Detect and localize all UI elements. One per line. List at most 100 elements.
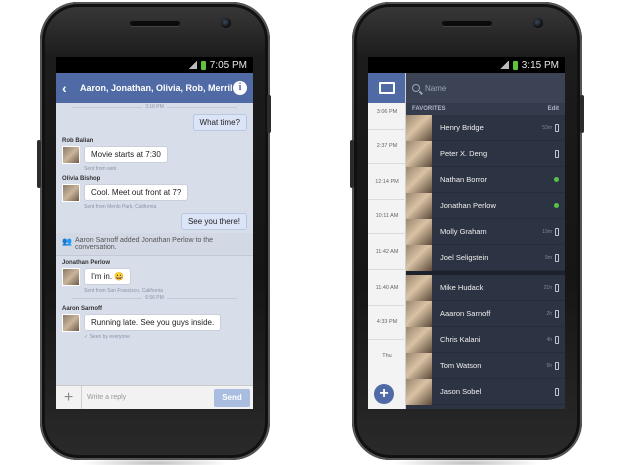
- avatar[interactable]: [62, 184, 80, 202]
- contact-row[interactable]: Tom Watson 5h: [406, 352, 565, 379]
- incoming-message: Aaron Sarnoff Running late. See you guys…: [62, 302, 247, 340]
- avatar[interactable]: [62, 146, 80, 164]
- strip-divider: [368, 163, 406, 164]
- strip-time: 11:40 AM: [375, 285, 399, 291]
- avatar: [406, 300, 432, 327]
- contact-row[interactable]: Joel Seligstein 9m: [406, 244, 565, 271]
- strip-divider: [368, 269, 406, 270]
- search-bar[interactable]: Name: [406, 73, 565, 103]
- last-active: 21h: [543, 284, 552, 291]
- back-arrow-icon[interactable]: ‹: [62, 80, 76, 96]
- conversation-title: Aaron, Jonathan, Olivia, Rob, Merrill: [80, 83, 233, 93]
- avatar: [406, 244, 432, 271]
- power-button: [350, 140, 354, 188]
- people-icon: 👥: [62, 237, 72, 246]
- message-bubble: Movie starts at 7:30: [84, 146, 168, 163]
- mobile-icon: [555, 387, 559, 396]
- last-active: 4h: [546, 336, 552, 343]
- contact-row[interactable]: Mike Hudack 21h: [406, 274, 565, 301]
- contact-name: Tom Watson: [440, 361, 482, 370]
- online-dot-icon: [554, 203, 559, 208]
- new-message-plus-button[interactable]: +: [374, 384, 394, 404]
- volume-button: [267, 95, 271, 133]
- contacts-list-icon: [378, 82, 395, 94]
- contact-row[interactable]: Jason Sobel: [406, 378, 565, 405]
- online-dot-icon: [554, 177, 559, 182]
- mobile-icon: [555, 309, 559, 318]
- strip-time: 4:33 PM: [376, 319, 398, 325]
- outgoing-message: What time?: [192, 114, 247, 131]
- avatar: [406, 378, 432, 405]
- mobile-icon: [555, 361, 559, 370]
- favorites-header: FAVORITES Edit: [406, 103, 565, 115]
- front-camera: [221, 18, 231, 28]
- strip-divider: [368, 339, 406, 340]
- message-list[interactable]: 3:16 PM What time? Rob Balian Movie star…: [56, 103, 253, 379]
- contact-row[interactable]: Jonathan Perlow: [406, 192, 565, 219]
- volume-button: [580, 95, 584, 133]
- contacts-panel: Name FAVORITES Edit Henry Bridge 53m Pet…: [406, 73, 565, 409]
- avatar[interactable]: [62, 268, 80, 286]
- message-meta: Sent from Menlo Park, California: [84, 204, 157, 210]
- mobile-icon: [555, 283, 559, 292]
- status-time: 3:15 PM: [521, 59, 559, 71]
- chat-header: ‹ Aaron, Jonathan, Olivia, Rob, Merrill …: [56, 73, 253, 103]
- contacts-toggle-button[interactable]: [368, 73, 405, 103]
- mobile-icon: [555, 123, 559, 132]
- attach-plus-icon[interactable]: +: [56, 385, 82, 409]
- avatar[interactable]: [62, 314, 80, 332]
- reply-input[interactable]: Write a reply: [82, 394, 214, 401]
- edit-favorites-link[interactable]: Edit: [548, 106, 559, 112]
- last-active: 9m: [545, 254, 552, 261]
- left-phone: 7:05 PM ‹ Aaron, Jonathan, Olivia, Rob, …: [40, 2, 270, 465]
- contact-row[interactable]: Peter X. Deng: [406, 140, 565, 167]
- incoming-message: Rob Balian Movie starts at 7:30 Sent fro…: [62, 134, 247, 172]
- contacts-screen: 3:15 PM 3:06 PM 2:37 PM 12:14 PM 10:11 A…: [368, 57, 565, 409]
- contact-row[interactable]: Chris Kalani 4h: [406, 326, 565, 353]
- search-input[interactable]: Name: [425, 84, 446, 93]
- contact-row[interactable]: Nathan Borror: [406, 166, 565, 193]
- battery-icon: [512, 60, 518, 70]
- strip-time: 11:42 AM: [375, 249, 399, 255]
- contact-row[interactable]: Molly Graham 19m: [406, 218, 565, 245]
- mobile-icon: [555, 149, 559, 158]
- contact-name: Joel Seligstein: [440, 253, 489, 262]
- contact-name: Nathan Borror: [440, 175, 488, 184]
- avatar: [406, 166, 432, 193]
- signal-icon: [187, 61, 197, 69]
- avatar: [406, 192, 432, 219]
- send-button[interactable]: Send: [214, 388, 250, 407]
- battery-icon: [200, 60, 206, 70]
- earpiece-speaker: [442, 21, 492, 26]
- mobile-icon: [555, 335, 559, 344]
- contact-row[interactable]: Aaaron Sarnoff 2h: [406, 300, 565, 327]
- incoming-message: Olivia Bishop Cool. Meet out front at 7?…: [62, 172, 247, 210]
- sender-name: Rob Balian: [62, 138, 94, 144]
- sender-name: Olivia Bishop: [62, 176, 101, 182]
- favorites-label: FAVORITES: [412, 106, 446, 112]
- power-button: [37, 140, 41, 188]
- contact-name: Chris Kalani: [440, 335, 481, 344]
- conversation-strip: 3:06 PM 2:37 PM 12:14 PM 10:11 AM 11:42 …: [368, 73, 406, 409]
- right-phone: 3:15 PM 3:06 PM 2:37 PM 12:14 PM 10:11 A…: [352, 2, 582, 465]
- contact-name: Jonathan Perlow: [440, 201, 496, 210]
- timestamp-divider: 3:16 PM: [62, 103, 247, 111]
- strip-divider: [368, 129, 406, 130]
- contact-row[interactable]: Henry Bridge 53m: [406, 114, 565, 141]
- status-bar: 3:15 PM: [368, 57, 565, 73]
- contact-name: Aaaron Sarnoff: [440, 309, 491, 318]
- sender-name: Jonathan Perlow: [62, 260, 111, 266]
- reply-composer: + Write a reply Send: [56, 385, 253, 409]
- contact-name: Peter X. Deng: [440, 149, 488, 158]
- strip-time: 2:37 PM: [376, 143, 398, 149]
- message-bubble: Cool. Meet out front at 7?: [84, 184, 189, 201]
- strip-time: 10:11 AM: [375, 213, 399, 219]
- notice-text: Aaron Sarnoff added Jonathan Perlow to t…: [75, 237, 214, 251]
- mobile-icon: [555, 227, 559, 236]
- last-active: 5h: [546, 362, 552, 369]
- sender-name: Aaron Sarnoff: [62, 306, 103, 312]
- strip-time: 3:06 PM: [376, 109, 398, 115]
- info-icon[interactable]: i: [233, 81, 247, 95]
- contact-name: Henry Bridge: [440, 123, 484, 132]
- contact-name: Mike Hudack: [440, 283, 484, 292]
